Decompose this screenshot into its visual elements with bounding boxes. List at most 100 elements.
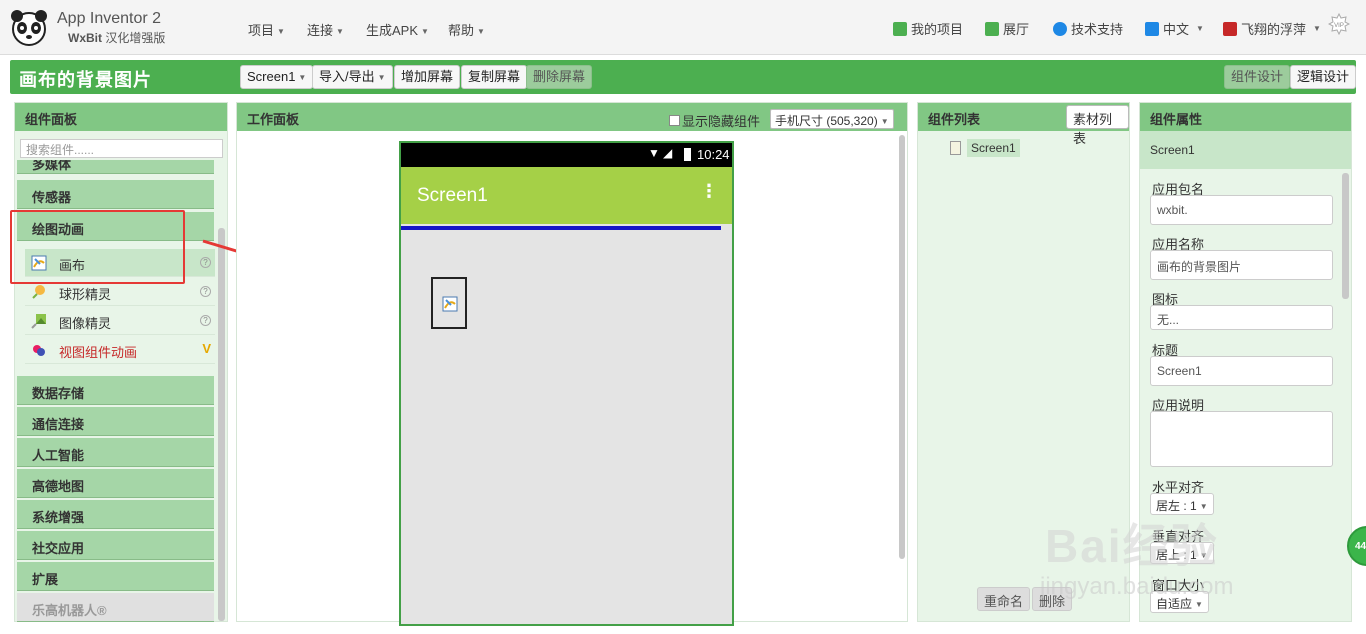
app-name: App Inventor 2 (57, 10, 162, 27)
prop-appname-input[interactable]: 画布的背景图片 (1150, 250, 1333, 280)
my-projects-link[interactable]: 我的项目 (893, 19, 963, 38)
phone-screen-title: Screen1 (417, 185, 488, 206)
image-sprite-icon (31, 314, 46, 329)
overflow-menu-icon[interactable]: ⋮ (700, 181, 718, 202)
grid-icon (985, 21, 999, 36)
category-extension[interactable]: 扩展 (17, 562, 214, 591)
show-hidden-label: 显示隐藏组件 (682, 114, 761, 129)
battery-icon (684, 148, 691, 161)
properties-scrollbar[interactable] (1342, 173, 1349, 299)
import-export-button[interactable]: 导入/导出 ▼ (312, 65, 393, 89)
phone-status-bar: ▼ ◢ 10:24 (401, 143, 732, 167)
tree-node-label: Screen1 (967, 139, 1020, 157)
tree-node-screen1[interactable]: Screen1 (950, 139, 1020, 157)
category-sensors[interactable]: 传感器 (17, 180, 214, 209)
app-root: App Inventor 2 WxBit 汉化增强版 项目 ▼ 连接 ▼ 生成APK… (0, 0, 1366, 634)
palette-item-ball-label: 球形精灵 (59, 287, 112, 302)
properties-component-name: Screen1 (1140, 131, 1351, 169)
add-screen-button[interactable]: 增加屏幕 (394, 65, 461, 89)
support-link[interactable]: 技术支持 (1053, 19, 1123, 38)
category-social[interactable]: 社交应用 (17, 531, 214, 560)
wifi-icon: ▼ (648, 146, 660, 160)
phone-title-bar: Screen1 ⋮ (401, 167, 732, 224)
user-avatar (1223, 21, 1237, 36)
checkbox-icon (669, 115, 680, 126)
screen-select[interactable]: Screen1 ▼ (240, 65, 314, 89)
menu-project[interactable]: 项目 ▼ (248, 20, 285, 39)
list-icon (893, 21, 907, 36)
caret-down-icon: ▼ (1195, 600, 1203, 610)
qq-icon (1053, 21, 1067, 36)
palette-item-image-sprite-label: 图像精灵 (59, 316, 112, 331)
signal-icon: ◢ (663, 146, 673, 160)
screen-select-label: Screen1 (247, 69, 296, 84)
canvas-icon (442, 296, 458, 312)
prop-package-input[interactable]: wxbit. (1150, 195, 1333, 225)
app-subtitle: WxBit 汉化增强版 (68, 29, 165, 46)
palette-item-view-animation-label: 视图组件动画 (59, 345, 138, 360)
caret-down-icon: ▼ (1313, 24, 1321, 33)
prop-description-input[interactable] (1150, 411, 1333, 467)
category-amap[interactable]: 高德地图 (17, 469, 214, 498)
show-hidden-checkbox[interactable]: 显示隐藏组件 (669, 111, 760, 130)
prop-icon-input[interactable]: 无... (1150, 305, 1333, 330)
designer-button[interactable]: 组件设计 (1224, 65, 1291, 89)
palette-search-input[interactable]: 搜索组件...... (20, 139, 223, 158)
caret-down-icon: ▼ (298, 72, 307, 82)
palette-item-view-animation[interactable]: 视图组件动画 V (25, 336, 215, 364)
gallery-label: 展厅 (1003, 22, 1030, 37)
caret-down-icon: ▼ (377, 72, 386, 82)
menu-build-label: 生成APK (366, 23, 419, 38)
user-menu[interactable]: 飞翔的浮萍 ▼ (1223, 19, 1321, 38)
menu-project-label: 项目 (248, 23, 275, 38)
menu-help-label: 帮助 (448, 23, 475, 38)
copy-screen-button[interactable]: 复制屏幕 (461, 65, 528, 89)
menu-build[interactable]: 生成APK ▼ (366, 20, 429, 39)
brand-bold: WxBit (68, 31, 102, 45)
help-icon[interactable]: ? (200, 315, 211, 326)
assets-button[interactable]: 素材列表 (1066, 105, 1129, 146)
phone-preview: ▼ ◢ 10:24 Screen1 ⋮ (399, 141, 734, 626)
viewer-title: 工作面板 (247, 112, 300, 127)
project-title: 画布的背景图片 (19, 70, 152, 90)
screen-icon (950, 141, 961, 155)
category-connectivity[interactable]: 通信连接 (17, 407, 214, 436)
highlight-box (10, 210, 185, 284)
panda-logo-icon (10, 10, 48, 46)
my-projects-label: 我的项目 (911, 22, 964, 37)
vip-text: VIP (1334, 23, 1344, 29)
palette-panel: 组件面板 搜索组件...... 多媒体 传感器 绘图动画 画布 ? 球形精灵 ?… (14, 102, 228, 622)
project-toolbar: 画布的背景图片 Screen1 ▼ 导入/导出 ▼ 增加屏幕 复制屏幕 删除屏幕 组… (10, 60, 1357, 94)
phone-accent-line (401, 226, 721, 230)
category-storage[interactable]: 数据存储 (17, 376, 214, 405)
phone-size-select[interactable]: 手机尺寸 (505,320) ▼ (770, 109, 894, 129)
view-animation-badge: V (202, 341, 211, 356)
remove-screen-button[interactable]: 删除屏幕 (526, 65, 593, 89)
properties-header: 组件属性 (1140, 103, 1351, 131)
ball-sprite-icon (32, 285, 45, 299)
category-ai[interactable]: 人工智能 (17, 438, 214, 467)
caret-down-icon: ▼ (1196, 24, 1204, 33)
menu-help[interactable]: 帮助 ▼ (448, 20, 485, 39)
gallery-link[interactable]: 展厅 (985, 19, 1029, 38)
caret-down-icon: ▼ (277, 27, 285, 37)
menu-connect[interactable]: 连接 ▼ (307, 20, 344, 39)
palette-item-image-sprite[interactable]: 图像精灵 ? (25, 307, 215, 335)
category-lego[interactable]: 乐高机器人® (17, 593, 214, 622)
brand-suffix: 汉化增强版 (105, 31, 166, 45)
viewer-scrollbar[interactable] (899, 135, 905, 559)
category-multimedia[interactable]: 多媒体 (17, 160, 214, 174)
language-icon (1145, 21, 1159, 36)
prop-title-input[interactable]: Screen1 (1150, 356, 1333, 386)
user-name: 飞翔的浮萍 (1241, 22, 1307, 37)
caret-down-icon: ▼ (880, 117, 889, 127)
support-label: 技术支持 (1071, 22, 1124, 37)
category-system[interactable]: 系统增强 (17, 500, 214, 529)
canvas-component[interactable] (431, 277, 467, 329)
language-menu[interactable]: 中文 ▼ (1145, 19, 1204, 38)
properties-title: 组件属性 (1150, 112, 1203, 127)
import-export-label: 导入/导出 (319, 69, 375, 84)
language-label: 中文 (1163, 22, 1190, 37)
rename-button[interactable]: 重命名 (977, 587, 1031, 611)
blocks-button[interactable]: 逻辑设计 (1290, 65, 1357, 89)
